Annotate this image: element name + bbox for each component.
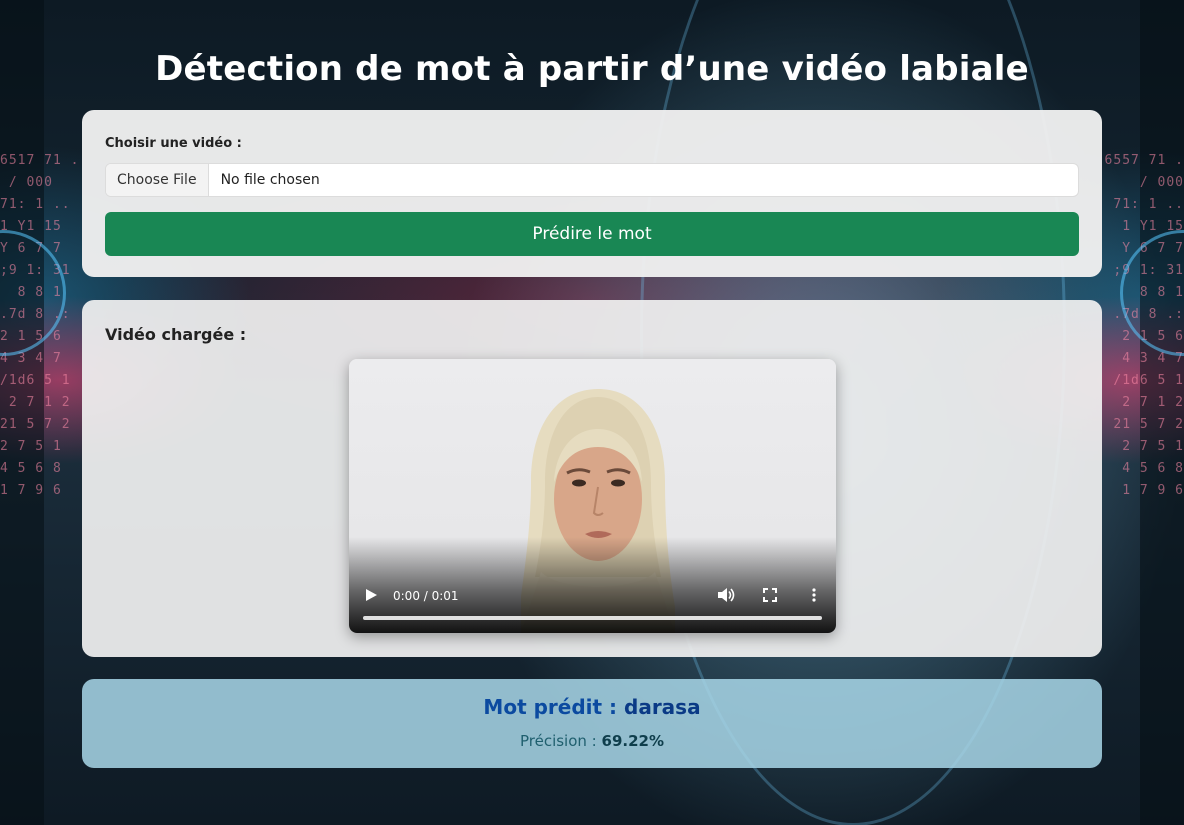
video-card: Vidéo chargée : 0:00 / 0:01 <box>82 300 1102 657</box>
play-icon[interactable] <box>363 587 379 603</box>
result-card: Mot prédit : darasa Précision : 69.22% <box>82 679 1102 768</box>
video-file-input[interactable]: Choose File No file chosen <box>105 163 1079 197</box>
predicted-word-value: darasa <box>624 695 701 719</box>
precision-label: Précision : <box>519 732 602 750</box>
fullscreen-icon[interactable] <box>762 587 778 603</box>
more-options-icon[interactable] <box>806 587 822 603</box>
page-title: Détection de mot à partir d’une vidéo la… <box>155 49 1029 89</box>
video-file-label: Choisir une vidéo : <box>105 136 242 151</box>
volume-icon[interactable] <box>717 587 735 603</box>
predicted-word-line: Mot prédit : darasa <box>82 694 1102 720</box>
predict-word-button[interactable]: Prédire le mot <box>105 212 1079 256</box>
precision-value: 69.22% <box>601 732 664 750</box>
video-controls: 0:00 / 0:01 <box>349 573 836 633</box>
upload-card: Choisir une vidéo : Choose File No file … <box>82 110 1102 277</box>
video-player[interactable]: 0:00 / 0:01 <box>349 359 836 633</box>
loaded-video-heading: Vidéo chargée : <box>105 325 247 344</box>
predicted-word-label: Mot prédit : <box>483 695 624 719</box>
video-progress-bar[interactable] <box>363 616 822 620</box>
choose-file-button[interactable]: Choose File <box>106 164 209 196</box>
time-display: 0:00 / 0:01 <box>393 589 459 603</box>
precision-line: Précision : 69.22% <box>82 731 1102 751</box>
file-status-text: No file chosen <box>220 172 320 188</box>
